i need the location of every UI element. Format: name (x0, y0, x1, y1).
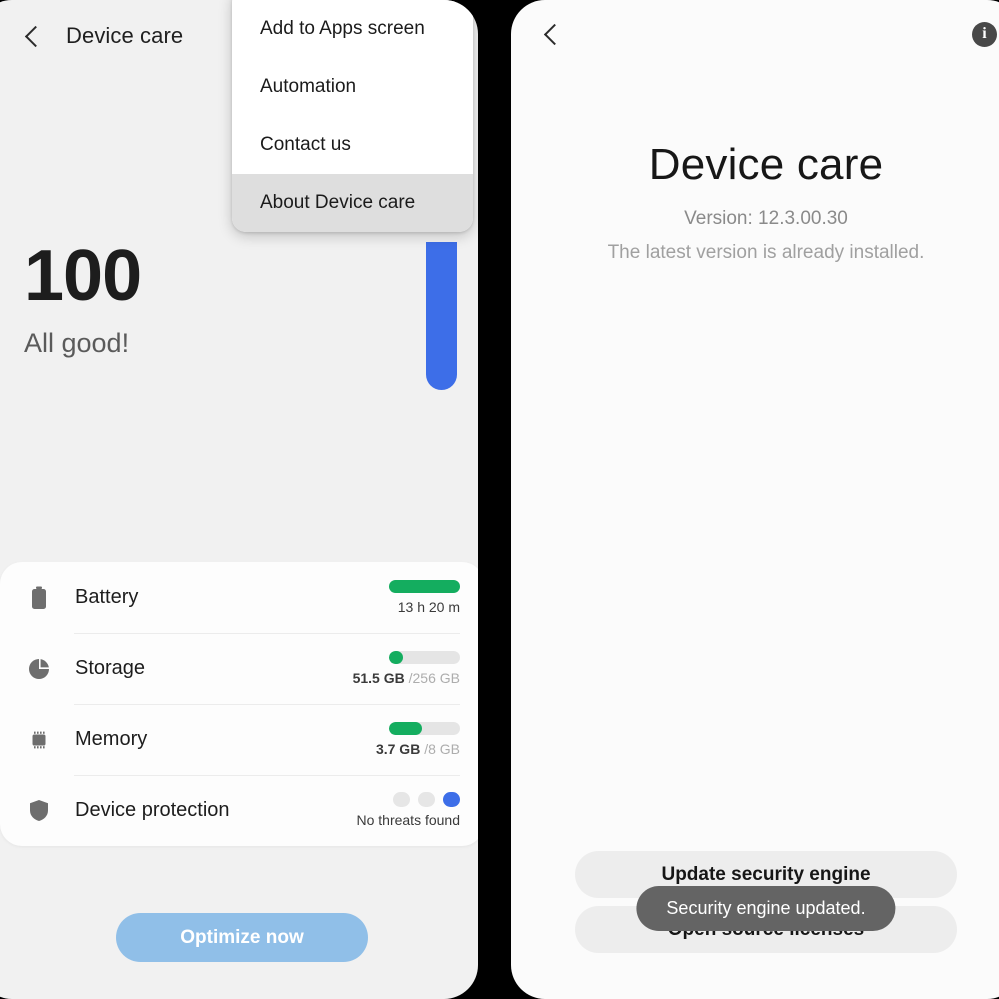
memory-chip-icon (24, 729, 54, 751)
status-row-meter: 51.5 GB /256 GB (353, 651, 460, 686)
page-title: Device care (66, 23, 184, 48)
about-update-status: The latest version is already installed. (607, 242, 925, 263)
menu-item-label: Add to Apps screen (260, 18, 425, 39)
left-phone-panel: Device care 100 All good! Add to Apps sc… (0, 0, 478, 999)
score-gauge-bar (426, 242, 457, 390)
storage-bar (389, 651, 460, 664)
battery-bar (389, 580, 460, 593)
storage-pie-icon (24, 658, 54, 680)
progress-dot (418, 792, 435, 807)
menu-item-label: About Device care (260, 192, 416, 213)
menu-item-label: Contact us (260, 134, 351, 155)
info-icon[interactable]: i (972, 21, 997, 47)
status-row-label: Storage (75, 657, 146, 679)
status-row-meter: No threats found (356, 792, 460, 828)
status-row-label: Device protection (75, 799, 230, 821)
menu-item-add-to-apps-screen[interactable]: Add to Apps screen (232, 0, 473, 58)
menu-item-contact-us[interactable]: Contact us (232, 116, 473, 174)
status-row-meter: 3.7 GB /8 GB (376, 722, 460, 757)
overflow-menu: Add to Apps screen Automation Contact us… (232, 0, 473, 232)
device-score: 100 All good! (24, 236, 142, 359)
toast-message: Security engine updated. (636, 886, 896, 931)
device-status-card: Battery 13 h 20 m Storage 51.5 GB /256 G… (0, 562, 478, 846)
menu-item-label: Automation (260, 76, 357, 97)
shield-icon (24, 799, 54, 822)
menu-item-about-device-care[interactable]: About Device care (232, 174, 473, 232)
status-row-memory[interactable]: Memory 3.7 GB /8 GB (24, 704, 460, 775)
status-row-value-used: 51.5 GB (352, 670, 405, 686)
status-row-device-protection[interactable]: Device protection No threats found (24, 775, 460, 846)
right-app-bar: i (511, 0, 999, 68)
status-row-value: 51.5 GB /256 GB (353, 670, 460, 686)
chevron-left-icon[interactable] (541, 23, 563, 45)
chevron-left-icon[interactable] (22, 25, 44, 47)
right-phone-panel: i Device care Version: 12.3.00.30 The la… (511, 0, 999, 999)
status-row-value: No threats found (356, 812, 460, 828)
about-version: Version: 12.3.00.30 (684, 208, 848, 229)
optimize-now-button[interactable]: Optimize now (116, 913, 368, 962)
screenshot-root: Device care 100 All good! Add to Apps sc… (0, 0, 999, 999)
status-row-storage[interactable]: Storage 51.5 GB /256 GB (24, 633, 460, 704)
protection-progress-dots (393, 792, 460, 807)
about-section: Device care Version: 12.3.00.30 The late… (511, 140, 999, 264)
status-row-label: Memory (75, 728, 148, 750)
menu-item-automation[interactable]: Automation (232, 58, 473, 116)
score-value: 100 (24, 236, 142, 316)
battery-icon (24, 586, 54, 610)
status-row-meter: 13 h 20 m (389, 580, 460, 615)
about-title: Device care (648, 140, 884, 189)
status-row-value-total: /256 GB (404, 670, 460, 686)
status-row-value-total: /8 GB (420, 741, 460, 757)
status-row-value-used: 3.7 GB (375, 741, 421, 757)
status-row-label: Battery (75, 586, 139, 608)
status-row-value: 3.7 GB /8 GB (376, 741, 460, 757)
progress-dot (393, 792, 410, 807)
status-row-value: 13 h 20 m (397, 599, 460, 615)
score-status-text: All good! (24, 328, 130, 358)
progress-dot-active (443, 792, 460, 807)
memory-bar (389, 722, 460, 735)
status-row-battery[interactable]: Battery 13 h 20 m (24, 562, 460, 633)
